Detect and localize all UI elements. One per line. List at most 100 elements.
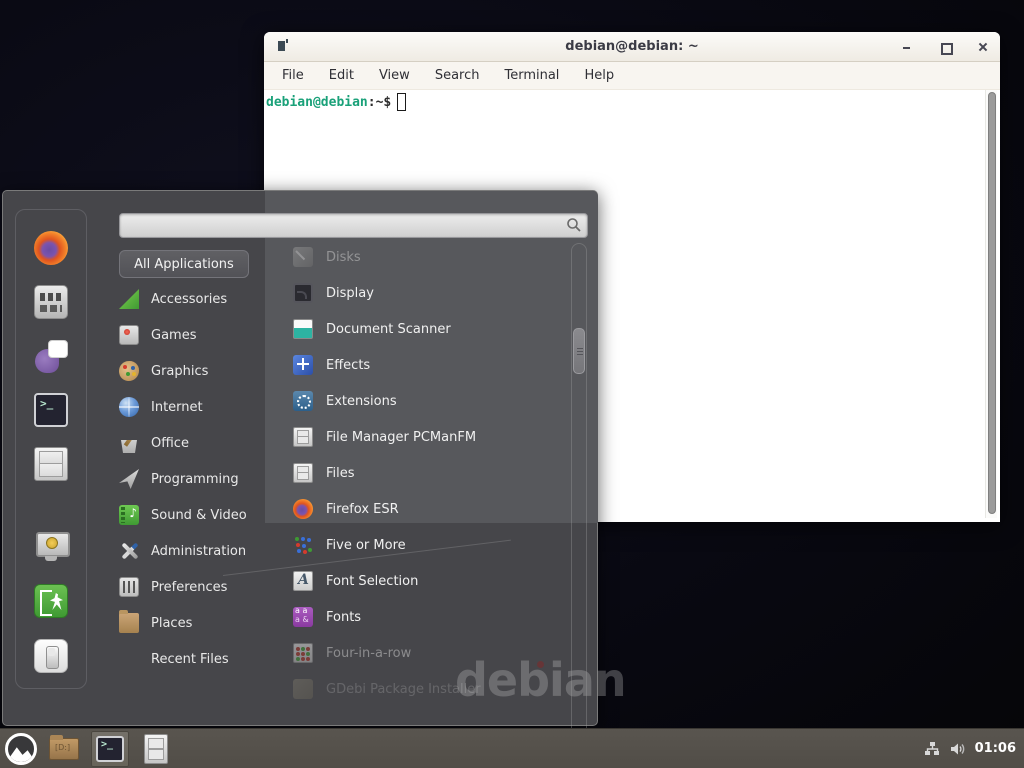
search-input[interactable] xyxy=(119,213,588,238)
category-label: Programming xyxy=(151,472,239,487)
network-icon[interactable] xyxy=(923,740,941,758)
menu-button[interactable] xyxy=(5,733,37,765)
menu-search[interactable]: Search xyxy=(435,68,480,83)
prompt-suffix: :~$ xyxy=(368,95,391,110)
category-label: Recent Files xyxy=(151,652,229,667)
shutdown-button[interactable] xyxy=(33,638,69,674)
file-cabinet-icon xyxy=(144,734,168,764)
menu-edit[interactable]: Edit xyxy=(329,68,354,83)
favorite-software-manager[interactable] xyxy=(33,284,69,320)
display-icon xyxy=(293,283,313,303)
menu-help[interactable]: Help xyxy=(584,68,614,83)
category-label: Accessories xyxy=(151,292,227,307)
app-label: Fonts xyxy=(326,610,361,625)
maximize-icon[interactable] xyxy=(938,40,952,54)
app-label: Five or More xyxy=(326,538,406,553)
favorite-firefox[interactable] xyxy=(33,230,69,266)
app-display[interactable]: Display xyxy=(293,275,563,311)
favorite-pidgin[interactable] xyxy=(33,338,69,374)
terminal-titlebar[interactable]: debian@debian: ~ xyxy=(264,32,1000,62)
taskbar: 01:06 xyxy=(0,728,1024,768)
terminal-cursor xyxy=(397,93,406,111)
app-label: Extensions xyxy=(326,394,397,409)
app-file-manager-pcmanfm[interactable]: File Manager PCManFM xyxy=(293,419,563,455)
app-label: Disks xyxy=(326,250,361,265)
app-gdebi[interactable]: GDebi Package Installer xyxy=(293,671,563,707)
office-icon xyxy=(119,433,139,453)
software-manager-icon xyxy=(34,285,68,319)
favorite-file-manager[interactable] xyxy=(33,446,69,482)
preferences-icon xyxy=(119,577,139,597)
fonts-icon xyxy=(293,607,313,627)
app-label: Document Scanner xyxy=(326,322,451,337)
terminal-icon xyxy=(34,393,68,427)
category-recent-files[interactable]: Recent Files xyxy=(119,641,269,677)
taskbar-terminal-button[interactable] xyxy=(91,731,129,767)
all-applications-button[interactable]: All Applications xyxy=(119,250,249,278)
category-label: Graphics xyxy=(151,364,208,379)
app-five-or-more[interactable]: Five or More xyxy=(293,527,563,563)
category-label: Places xyxy=(151,616,192,631)
clock[interactable]: 01:06 xyxy=(975,741,1016,756)
menu-scrollbar-thumb[interactable] xyxy=(573,328,585,374)
file-cabinet-icon xyxy=(34,447,68,481)
taskbar-files-button[interactable] xyxy=(137,731,175,767)
category-graphics[interactable]: Graphics xyxy=(119,353,269,389)
search-icon xyxy=(566,217,582,233)
prompt-line: debian@debian:~$ xyxy=(266,93,998,111)
document-scanner-icon xyxy=(293,319,313,339)
app-font-selection[interactable]: Font Selection xyxy=(293,563,563,599)
category-places[interactable]: Places xyxy=(119,605,269,641)
favorites-panel xyxy=(15,209,87,689)
effects-icon xyxy=(293,355,313,375)
accessories-icon xyxy=(119,289,139,309)
lock-screen-button[interactable] xyxy=(33,528,69,564)
category-games[interactable]: Games xyxy=(119,317,269,353)
places-icon xyxy=(119,613,139,633)
category-administration[interactable]: Administration xyxy=(119,533,269,569)
taskbar-file-manager-button[interactable] xyxy=(45,731,83,767)
app-fonts[interactable]: Fonts xyxy=(293,599,563,635)
system-tray: 01:06 xyxy=(923,740,1024,758)
app-label: Four-in-a-row xyxy=(326,646,411,661)
app-extensions[interactable]: Extensions xyxy=(293,383,563,419)
disks-icon xyxy=(293,247,313,267)
close-icon[interactable] xyxy=(976,40,990,54)
category-programming[interactable]: Programming xyxy=(119,461,269,497)
app-label: Display xyxy=(326,286,374,301)
logout-button[interactable] xyxy=(33,583,69,619)
terminal-scrollbar-track[interactable] xyxy=(985,90,997,518)
app-effects[interactable]: Effects xyxy=(293,347,563,383)
category-label: Internet xyxy=(151,400,203,415)
terminal-scrollbar-thumb[interactable] xyxy=(988,92,996,514)
gdebi-icon xyxy=(293,679,313,699)
folder-icon xyxy=(49,738,79,760)
application-list: Disks Display Document Scanner Effects E… xyxy=(293,239,563,707)
terminal-icon xyxy=(96,736,124,762)
logout-icon xyxy=(34,584,68,618)
category-sound-video[interactable]: Sound & Video xyxy=(119,497,269,533)
menu-view[interactable]: View xyxy=(379,68,410,83)
category-preferences[interactable]: Preferences xyxy=(119,569,269,605)
app-four-in-a-row[interactable]: Four-in-a-row xyxy=(293,635,563,671)
desktop: debian@debian: ~ File Edit View Search T… xyxy=(0,0,1024,768)
volume-icon[interactable] xyxy=(949,740,967,758)
app-label: Files xyxy=(326,466,355,481)
category-internet[interactable]: Internet xyxy=(119,389,269,425)
terminal-app-icon xyxy=(278,41,285,51)
menu-file[interactable]: File xyxy=(282,68,304,83)
menu-terminal[interactable]: Terminal xyxy=(504,68,559,83)
prompt-user-host: debian@debian xyxy=(266,95,368,110)
category-office[interactable]: Office xyxy=(119,425,269,461)
firefox-icon xyxy=(293,499,313,519)
minimize-icon[interactable] xyxy=(900,40,914,54)
favorite-terminal[interactable] xyxy=(33,392,69,428)
app-firefox-esr[interactable]: Firefox ESR xyxy=(293,491,563,527)
app-files[interactable]: Files xyxy=(293,455,563,491)
menu-scrollbar-track[interactable] xyxy=(569,243,589,768)
app-disks[interactable]: Disks xyxy=(293,239,563,275)
window-title: debian@debian: ~ xyxy=(264,39,1000,54)
app-document-scanner[interactable]: Document Scanner xyxy=(293,311,563,347)
category-accessories[interactable]: Accessories xyxy=(119,281,269,317)
games-icon xyxy=(119,325,139,345)
